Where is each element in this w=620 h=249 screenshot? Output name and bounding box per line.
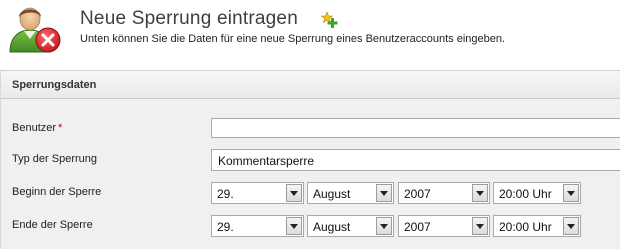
page-title: Neue Sperrung eintragen (80, 8, 298, 29)
start-day-value: 29. (217, 187, 234, 201)
page-header: Neue Sperrung eintragen Unten können Sie… (0, 0, 620, 62)
user-input[interactable] (211, 118, 620, 138)
start-month-select[interactable]: August (307, 182, 394, 204)
add-icon[interactable] (319, 11, 339, 29)
end-day-value: 29. (217, 220, 234, 234)
required-marker: * (58, 122, 63, 134)
chevron-down-icon[interactable] (376, 217, 392, 235)
chevron-down-icon[interactable] (563, 217, 579, 235)
start-time-select[interactable]: 20:00 Uhr (493, 182, 581, 204)
lock-data-panel: Sperrungsdaten Benutzer * Typ der Sperrun… (0, 70, 620, 249)
chevron-down-icon[interactable] (376, 184, 392, 202)
chevron-down-icon[interactable] (286, 217, 302, 235)
start-time-value: 20:00 Uhr (499, 187, 552, 201)
chevron-down-icon[interactable] (472, 184, 488, 202)
chevron-down-icon[interactable] (563, 184, 579, 202)
section-title: Sperrungsdaten (12, 79, 97, 91)
lock-type-select[interactable]: Kommentarsperre (211, 149, 620, 171)
start-year-select[interactable]: 2007 (398, 182, 490, 204)
section-header: Sperrungsdaten (1, 71, 620, 99)
start-day-select[interactable]: 29. (211, 182, 304, 204)
start-month-value: August (313, 187, 351, 201)
user-label: Benutzer * (12, 122, 62, 134)
end-time-value: 20:00 Uhr (499, 220, 552, 234)
start-year-value: 2007 (404, 187, 431, 201)
user-label-text: Benutzer (12, 122, 57, 134)
chevron-down-icon[interactable] (472, 217, 488, 235)
end-day-select[interactable]: 29. (211, 215, 304, 237)
lock-type-label: Typ der Sperrung (12, 153, 97, 165)
user-remove-icon (9, 7, 61, 53)
lock-type-value: Kommentarsperre (218, 154, 315, 168)
start-label: Beginn der Sperre (12, 186, 102, 198)
end-month-value: August (313, 220, 351, 234)
chevron-down-icon[interactable] (286, 184, 302, 202)
page-subtitle: Unten können Sie die Daten für eine neue… (80, 33, 506, 45)
end-year-select[interactable]: 2007 (398, 215, 490, 237)
end-month-select[interactable]: August (307, 215, 394, 237)
end-time-select[interactable]: 20:00 Uhr (493, 215, 581, 237)
end-year-value: 2007 (404, 220, 431, 234)
end-label: Ende der Sperre (12, 219, 93, 231)
